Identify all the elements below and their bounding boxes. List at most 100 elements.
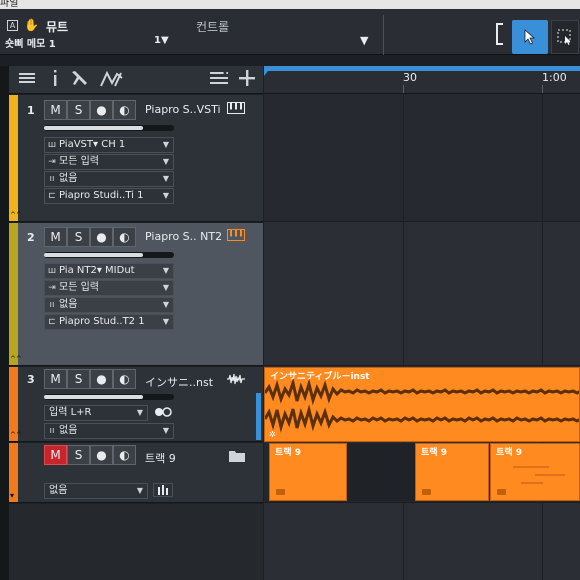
waveform-icon: [227, 373, 245, 388]
track-color-strip: ▾: [9, 443, 18, 502]
midi-clip[interactable]: 트랙 9: [490, 443, 580, 501]
track-3[interactable]: ^^ 3 M S ● ◐ インサニ..nst 입력 L+R ▼ ıı 없음 ▼: [9, 367, 263, 442]
volume-fader[interactable]: [44, 125, 174, 131]
mute-button[interactable]: M: [44, 369, 67, 389]
output-select[interactable]: 없음 ▼: [44, 483, 148, 499]
midi-clip[interactable]: 트랙 9: [415, 443, 489, 501]
solo-button[interactable]: S: [67, 227, 90, 247]
record-button[interactable]: ●: [90, 100, 113, 120]
midi-clip[interactable]: 트랙 9: [269, 443, 347, 501]
monitor-button[interactable]: ◐: [113, 100, 136, 120]
volume-fader[interactable]: [44, 252, 174, 258]
track-name[interactable]: Piapro S.. NT2: [145, 230, 222, 243]
track-number: 1: [27, 104, 35, 117]
cursor-arrow-icon: [524, 29, 536, 45]
piano-icon: [227, 102, 245, 117]
range-tool-button[interactable]: [551, 20, 579, 54]
control-label: 컨트롤: [196, 20, 230, 34]
menu-bar: 파일: [0, 0, 580, 9]
left-rail: [0, 66, 9, 580]
audio-clip[interactable]: インサニティブル－inst ✲: [264, 367, 580, 442]
track-name[interactable]: 트랙 9: [145, 450, 176, 466]
track-9[interactable]: ▾ M S ● ◐ 트랙 9 없음 ▼: [9, 443, 263, 503]
clip-handle[interactable]: [422, 489, 431, 495]
lane-2[interactable]: [264, 223, 580, 366]
hand-icon[interactable]: ✋: [24, 18, 39, 32]
mute-button[interactable]: M: [44, 227, 67, 247]
menu-item[interactable]: 파일: [0, 0, 18, 9]
track-color-strip: ^^: [9, 367, 22, 441]
ruler-tick: 1:00: [542, 71, 567, 84]
folder-icon[interactable]: [229, 450, 245, 465]
channel-select[interactable]: ⊏ Piapro Stud..T2 1 ▼: [44, 314, 174, 330]
track-name[interactable]: Piapro S..VSTi: [145, 103, 221, 116]
clip-label: 트랙 9: [421, 448, 447, 458]
bracket-icon[interactable]: [496, 23, 503, 45]
clip-label: 트랙 9: [275, 448, 301, 458]
list-icon[interactable]: [17, 70, 37, 90]
control-value-select[interactable]: 1▼: [154, 35, 169, 46]
track-name[interactable]: インサニ..nst: [145, 374, 213, 390]
channel-icon: ⊏: [48, 191, 56, 201]
input-select[interactable]: ⇥ 모든 입력 ▼: [44, 154, 174, 170]
link-icon[interactable]: [153, 405, 173, 422]
timeline-ruler[interactable]: 30 1:00: [264, 66, 580, 94]
lane-1[interactable]: [264, 94, 580, 222]
waveform: [265, 379, 579, 433]
input-icon: ⇥: [48, 283, 56, 293]
info-icon[interactable]: [45, 70, 65, 90]
piano-small-icon: ш: [47, 140, 57, 150]
mixer-icon[interactable]: [153, 483, 173, 500]
loop-range-bar[interactable]: [264, 66, 580, 71]
output-select[interactable]: ıı 없음 ▼: [44, 423, 174, 439]
track-number: 3: [27, 373, 35, 386]
record-button[interactable]: ●: [90, 369, 113, 389]
automation-icon[interactable]: [97, 70, 127, 90]
arrow-tool-button[interactable]: [512, 20, 548, 54]
record-button[interactable]: ●: [90, 227, 113, 247]
selection-indicator: [256, 393, 261, 440]
input-select[interactable]: 입력 L+R ▼: [44, 405, 148, 421]
mute-button[interactable]: M: [44, 100, 67, 120]
monitor-button[interactable]: ◐: [113, 445, 136, 465]
track-list-toolbar: [9, 66, 263, 94]
input-icon: ⇥: [48, 157, 56, 167]
clip-handle[interactable]: [276, 489, 285, 495]
track-list-icon[interactable]: [209, 70, 229, 90]
track-2[interactable]: ^^ 2 M S ● ◐ Piapro S.. NT2 ш Pia NT2▾ MI…: [9, 223, 263, 366]
mute-toggle-icon[interactable]: A: [7, 20, 18, 31]
clip-handle[interactable]: [497, 489, 506, 495]
channel-select[interactable]: ⊏ Piapro Studi..Ti 1 ▼: [44, 188, 174, 204]
arrange-view[interactable]: インサニティブル－inst ✲ 트랙 9 트랙 9 트랙 9: [264, 94, 580, 580]
track-color-strip: ^^: [9, 95, 22, 221]
mute-button[interactable]: M: [44, 445, 67, 465]
clip-gear-icon[interactable]: ✲: [269, 430, 276, 439]
track-number: 2: [27, 231, 35, 244]
volume-fader[interactable]: [44, 394, 174, 400]
monitor-button[interactable]: ◐: [113, 227, 136, 247]
wrench-icon[interactable]: [69, 70, 89, 90]
meter-icon: ıı: [49, 300, 55, 310]
add-track-icon[interactable]: [237, 70, 257, 90]
output-select[interactable]: ıı 없음 ▼: [44, 171, 174, 187]
meter-icon: ıı: [49, 174, 55, 184]
piano-small-icon: ш: [47, 266, 57, 276]
solo-button[interactable]: S: [67, 100, 90, 120]
clip-label: 트랙 9: [496, 448, 522, 458]
track-sub-label: 숏삐 메모 1: [5, 39, 56, 50]
input-select[interactable]: ⇥ 모든 입력 ▼: [44, 280, 174, 296]
meter-icon: ıı: [49, 426, 55, 436]
instrument-select[interactable]: ш Pia NT2▾ MIDut ▼: [44, 263, 174, 279]
range-select-icon: [557, 29, 571, 45]
instrument-select[interactable]: ш PiaVST▾ CH 1 ▼: [44, 137, 174, 153]
monitor-button[interactable]: ◐: [113, 369, 136, 389]
loop-start-marker[interactable]: [264, 66, 272, 76]
solo-button[interactable]: S: [67, 445, 90, 465]
track-1[interactable]: ^^ 1 M S ● ◐ Piapro S..VSTi ш PiaVST▾ CH …: [9, 95, 263, 222]
inspector-header: A ✋ 뮤트 숏삐 메모 1 컨트롤 1▼ ▼: [0, 9, 580, 55]
chevron-down-icon[interactable]: ▼: [360, 34, 368, 47]
record-button[interactable]: ●: [90, 445, 113, 465]
output-select[interactable]: ıı 없음 ▼: [44, 297, 174, 313]
solo-button[interactable]: S: [67, 369, 90, 389]
empty-track-area[interactable]: [9, 504, 263, 580]
